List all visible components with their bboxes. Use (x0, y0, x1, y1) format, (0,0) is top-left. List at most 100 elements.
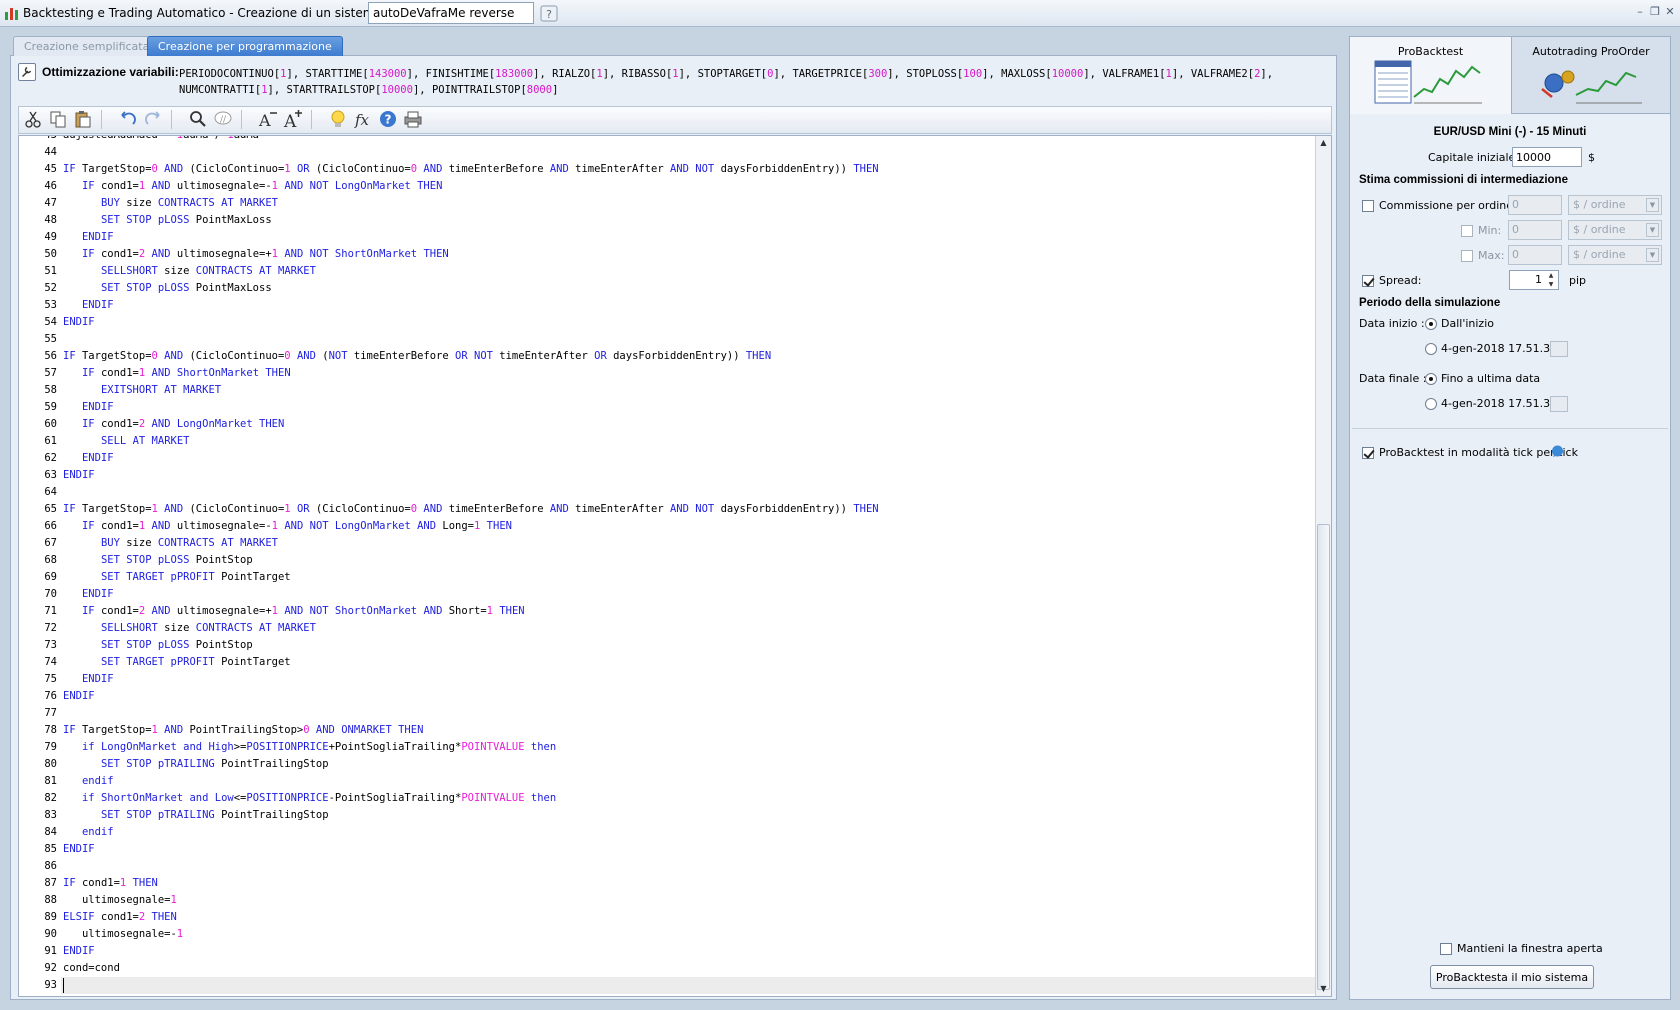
minimize-icon[interactable]: – (1633, 5, 1647, 19)
spread-stepper-arrows-icon[interactable]: ▲ ▼ (1545, 271, 1557, 289)
code-line[interactable]: cond=cond (63, 960, 120, 977)
code-line[interactable]: SET STOP pTRAILING PointTrailingStop (63, 807, 329, 824)
code-line[interactable]: ENDIF (63, 586, 114, 603)
optimization-variable[interactable]: MAXLOSS[10000] (1001, 68, 1090, 80)
code-line[interactable]: SET TARGET pPROFIT PointTarget (63, 654, 291, 671)
commission-per-order-input[interactable]: 0 (1508, 195, 1562, 215)
code-line[interactable]: EXITSHORT AT MARKET (63, 382, 221, 399)
max-unit-select[interactable]: $ / ordine ▼ (1568, 245, 1662, 265)
function-icon[interactable]: fx (353, 109, 373, 129)
code-line[interactable]: if LongOnMarket and High>=POSITIONPRICE+… (63, 739, 556, 756)
max-commission-input[interactable]: 0 (1508, 245, 1562, 265)
code-line[interactable]: ENDIF (63, 399, 114, 416)
optimization-variable[interactable]: STARTTRAILSTOP[10000] (287, 84, 420, 96)
paste-icon[interactable] (73, 109, 93, 129)
cut-icon[interactable] (23, 109, 43, 129)
code-line[interactable]: SET STOP pLOSS PointStop (63, 637, 253, 654)
optimization-variable[interactable]: PERIODOCONTINUO[1] (179, 68, 293, 80)
code-line[interactable]: IF TargetStop=0 AND (CicloContinuo=0 AND… (63, 348, 771, 365)
run-backtest-button[interactable]: ProBacktesta il mio sistema (1430, 965, 1594, 989)
code-line[interactable]: SELLSHORT size CONTRACTS AT MARKET (63, 620, 316, 637)
commission-per-order-checkbox[interactable] (1362, 200, 1374, 212)
code-line[interactable]: ultimosegnale=1 (63, 892, 177, 909)
system-help-icon[interactable]: ? (540, 5, 558, 22)
optimization-variable[interactable]: STARTTIME[143000] (305, 68, 413, 80)
capital-input[interactable] (1512, 147, 1582, 167)
optimization-variables[interactable]: PERIODOCONTINUO[1], STARTTIME[143000], F… (179, 66, 1329, 98)
code-line[interactable]: adjustedAdaMacd = 1adMa / 1adMa (63, 136, 259, 144)
end-last-date-radio[interactable] (1425, 373, 1437, 385)
start-calendar-icon[interactable] (1550, 341, 1568, 357)
code-line[interactable]: IF cond1=1 AND ultimosegnale=-1 AND NOT … (63, 178, 442, 195)
keep-window-open-checkbox[interactable] (1440, 943, 1452, 955)
optimization-variable[interactable]: VALFRAME1[1] (1102, 68, 1178, 80)
code-line[interactable]: BUY size CONTRACTS AT MARKET (63, 195, 278, 212)
code-line[interactable]: if ShortOnMarket and Low<=POSITIONPRICE-… (63, 790, 556, 807)
code-line[interactable]: IF cond1=2 AND ultimosegnale=+1 AND NOT … (63, 246, 449, 263)
code-line[interactable]: ENDIF (63, 314, 95, 331)
min-commission-checkbox[interactable] (1461, 225, 1473, 237)
min-commission-input[interactable]: 0 (1508, 220, 1562, 240)
search-icon[interactable] (188, 109, 208, 129)
code-line[interactable]: endif (63, 824, 114, 841)
scrollbar-thumb[interactable] (1317, 524, 1330, 990)
wrench-icon[interactable] (18, 63, 36, 81)
optimization-variable[interactable]: FINISHTIME[183000] (426, 68, 540, 80)
code-line[interactable]: SELLSHORT size CONTRACTS AT MARKET (63, 263, 316, 280)
max-commission-checkbox[interactable] (1461, 250, 1473, 262)
code-line[interactable]: IF TargetStop=1 AND (CicloContinuo=1 OR … (63, 501, 879, 518)
optimization-variable[interactable]: TARGETPRICE[300] (792, 68, 893, 80)
code-line[interactable]: IF TargetStop=0 AND (CicloContinuo=1 OR … (63, 161, 879, 178)
code-line[interactable]: SET STOP pTRAILING PointTrailingStop (63, 756, 329, 773)
lightbulb-icon[interactable] (328, 109, 348, 129)
code-line[interactable]: IF cond1=2 AND LongOnMarket THEN (63, 416, 284, 433)
code-editor[interactable]: 43 44 45 46 47 48 49 50 51 52 53 54 55 56 57 58 59 60 61 62… (18, 135, 1332, 997)
optimization-variable[interactable]: NUMCONTRATTI[1] (179, 84, 274, 96)
increase-font-icon[interactable]: A (283, 109, 303, 129)
undo-icon[interactable] (118, 109, 138, 129)
code-line[interactable]: IF TargetStop=1 AND PointTrailingStop>0 … (63, 722, 423, 739)
tab-programming-creation[interactable]: Creazione per programmazione (147, 36, 343, 56)
optimization-variable[interactable]: VALFRAME2[2] (1191, 68, 1267, 80)
help-icon[interactable]: ? (378, 109, 398, 129)
scroll-up-arrow-icon[interactable]: ▲ (1316, 136, 1331, 150)
code-line[interactable]: ENDIF (63, 943, 95, 960)
code-line[interactable]: SELL AT MARKET (63, 433, 190, 450)
decrease-font-icon[interactable]: A (258, 109, 278, 129)
code-line[interactable]: IF cond1=1 AND ultimosegnale=-1 AND NOT … (63, 518, 512, 535)
end-custom-date-radio[interactable] (1425, 398, 1437, 410)
code-line[interactable]: ELSIF cond1=2 THEN (63, 909, 177, 926)
code-line[interactable]: SET STOP pLOSS PointMaxLoss (63, 280, 272, 297)
code-line[interactable]: SET TARGET pPROFIT PointTarget (63, 569, 291, 586)
restore-icon[interactable]: ❐ (1648, 5, 1662, 19)
optimization-variable[interactable]: POINTTRAILSTOP[8000] (432, 84, 558, 96)
comment-icon[interactable]: // (213, 109, 233, 129)
end-calendar-icon[interactable] (1550, 396, 1568, 412)
redo-icon[interactable] (143, 109, 163, 129)
code-line[interactable]: IF cond1=1 AND ShortOnMarket THEN (63, 365, 291, 382)
code-line[interactable]: IF cond1=2 AND ultimosegnale=+1 AND NOT … (63, 603, 525, 620)
code-line[interactable]: endif (63, 773, 114, 790)
optimization-variable[interactable]: STOPLOSS[100] (906, 68, 988, 80)
min-unit-select[interactable]: $ / ordine ▼ (1568, 220, 1662, 240)
code-line[interactable]: ENDIF (63, 671, 114, 688)
optimization-variable[interactable]: STOPTARGET[0] (698, 68, 780, 80)
scroll-down-arrow-icon[interactable]: ▼ (1316, 982, 1331, 996)
system-name-input[interactable] (368, 2, 534, 24)
spread-checkbox[interactable] (1362, 275, 1374, 287)
code-line[interactable]: SET STOP pLOSS PointMaxLoss (63, 212, 272, 229)
code-line[interactable]: BUY size CONTRACTS AT MARKET (63, 535, 278, 552)
optimization-variable[interactable]: RIBASSO[1] (622, 68, 685, 80)
code-line[interactable]: ENDIF (63, 688, 95, 705)
code-line[interactable]: ENDIF (63, 841, 95, 858)
tab-autotrading-proorder[interactable]: Autotrading ProOrder (1512, 37, 1670, 114)
commission-unit-select[interactable]: $ / ordine ▼ (1568, 195, 1662, 215)
code-line[interactable]: ultimosegnale=-1 (63, 926, 183, 943)
start-from-beginning-radio[interactable] (1425, 318, 1437, 330)
info-bubble-icon[interactable] (1551, 445, 1564, 458)
code-line[interactable]: ENDIF (63, 467, 95, 484)
tick-by-tick-checkbox[interactable] (1362, 447, 1374, 459)
copy-icon[interactable] (48, 109, 68, 129)
tab-probacktest[interactable]: ProBacktest (1350, 37, 1512, 114)
code-line[interactable]: ENDIF (63, 450, 114, 467)
